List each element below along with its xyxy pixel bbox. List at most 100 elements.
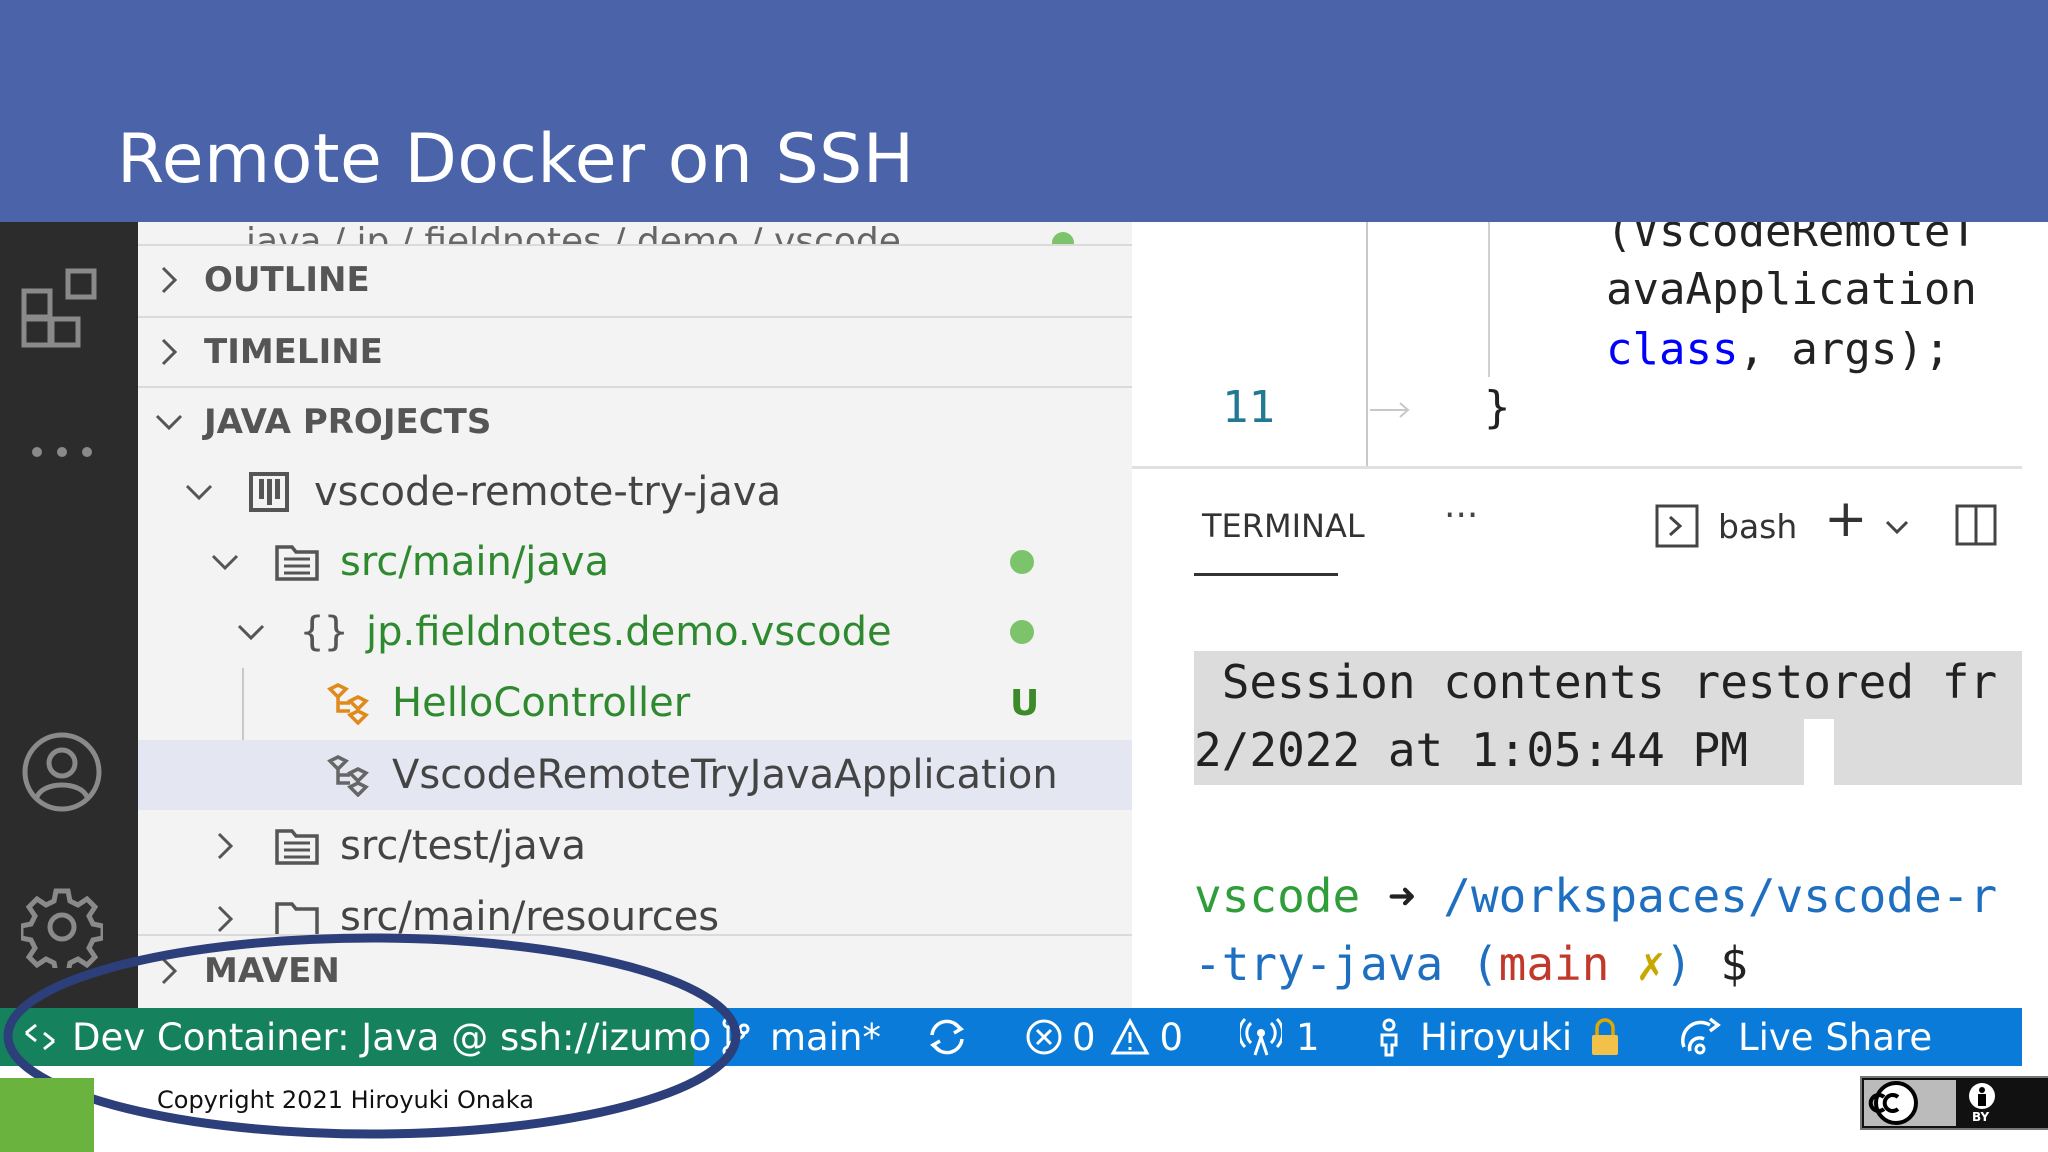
ports-status-item[interactable]: 1	[1240, 1008, 1320, 1066]
explorer-sidebar: java / jp / fieldnotes / demo / vscode O…	[138, 222, 1132, 1008]
section-label-java-projects: JAVA PROJECTS	[204, 402, 492, 442]
session-banner-line2-bg	[1834, 719, 2022, 785]
sync-button[interactable]	[924, 1008, 970, 1066]
package-braces-icon: {}	[300, 609, 349, 655]
branch-label: main*	[770, 1015, 881, 1059]
partial-path: java / jp / fieldnotes / demo / vscode	[246, 222, 901, 244]
project-icon	[249, 472, 289, 512]
application-label: VscodeRemoteTryJavaApplication	[392, 752, 1058, 798]
prompt-line-2: -try-java (main ✗) $	[1194, 937, 1748, 991]
tree-item-src-main-java[interactable]: src/main/java	[138, 528, 1132, 596]
warning-count: 0	[1159, 1015, 1184, 1059]
error-count: 0	[1072, 1015, 1096, 1059]
warning-icon	[1110, 1018, 1150, 1055]
src-main-java-label: src/main/java	[340, 539, 610, 585]
status-dot	[1052, 232, 1074, 244]
account-icon[interactable]	[0, 727, 124, 817]
tree-item-project[interactable]: vscode-remote-try-java	[138, 458, 1132, 526]
more-actions-icon[interactable]: ···	[1444, 495, 1478, 536]
tree-item-package[interactable]: {} jp.fieldnotes.demo.vscode	[138, 598, 1132, 666]
chevron-down-icon	[211, 554, 239, 571]
add-terminal-button[interactable]: +	[1824, 489, 1868, 549]
live-share-icon	[1681, 1017, 1721, 1055]
chevron-down-icon[interactable]	[1884, 519, 1910, 535]
partial-breadcrumb-row: java / jp / fieldnotes / demo / vscode	[138, 222, 1132, 244]
status-dot	[1010, 620, 1034, 644]
slide-title: Remote Docker on SSH	[117, 120, 915, 199]
active-tab-underline	[1194, 573, 1338, 576]
editor-gutter-divider	[1366, 222, 1368, 467]
untracked-badge: U	[1010, 682, 1040, 724]
prompt-line-1: vscode ➜ /workspaces/vscode-r	[1194, 869, 1997, 923]
session-restored-line2: 2/2022 at 1:05:44 PM	[1194, 723, 1776, 777]
user-name: Hiroyuki	[1420, 1015, 1573, 1059]
session-restored-line1: Session contents restored fr	[1194, 655, 1998, 709]
prompt-branch: main	[1498, 937, 1610, 991]
problems-status-item[interactable]: 0 0	[1024, 1008, 1183, 1066]
person-icon	[1380, 1018, 1398, 1057]
chevron-down-icon	[237, 624, 265, 641]
prompt-user: vscode	[1194, 869, 1361, 923]
tab-terminal[interactable]: TERMINAL	[1202, 507, 1365, 545]
project-name: vscode-remote-try-java	[314, 469, 782, 515]
class-icon	[327, 755, 369, 797]
keyword-class: class	[1606, 324, 1739, 375]
lock-icon	[1592, 1018, 1619, 1055]
class-icon	[327, 683, 369, 725]
section-label-timeline: TIMELINE	[204, 332, 383, 372]
tree-item-src-test-java[interactable]: src/test/java	[138, 812, 1132, 880]
src-test-java-label: src/test/java	[340, 823, 586, 869]
chevron-right-icon	[161, 338, 178, 366]
code-editor[interactable]: (VscodeRemoteT avaApplication class, arg…	[1132, 222, 2022, 469]
terminal-shell-icon	[1655, 504, 1699, 548]
code-args: , args);	[1738, 324, 1951, 375]
package-folder-icon	[275, 829, 319, 865]
live-share-label: Live Share	[1738, 1015, 1933, 1059]
hello-controller-label: HelloController	[392, 680, 691, 726]
section-java-projects[interactable]: JAVA PROJECTS	[138, 388, 1132, 456]
shell-name[interactable]: bash	[1718, 507, 1797, 546]
section-timeline[interactable]: TIMELINE	[138, 318, 1132, 386]
broadcast-icon	[1240, 1017, 1282, 1056]
split-terminal-icon[interactable]	[1954, 503, 1998, 547]
prompt-branch-paren: (	[1443, 937, 1499, 991]
prompt-path: /workspaces/vscode-r	[1443, 869, 1998, 923]
terminal-panel: TERMINAL ··· bash + Session contents res…	[1132, 469, 2022, 1008]
ports-count: 1	[1296, 1015, 1320, 1059]
indent-guide	[1488, 222, 1490, 377]
code-line-3: class, args);	[1606, 324, 1950, 375]
prompt-branch-paren: )	[1664, 937, 1693, 991]
chevron-down-icon	[155, 414, 183, 431]
footer-accent-bar	[0, 1078, 94, 1152]
chevron-right-icon	[161, 266, 178, 294]
section-label-outline: OUTLINE	[204, 260, 370, 300]
chevron-right-icon	[217, 832, 234, 860]
copyright-text: Copyright 2021 Hiroyuki Onaka	[157, 1086, 534, 1114]
package-folder-icon	[275, 545, 319, 581]
cc-by-license-badge: BY	[1860, 1076, 2048, 1130]
line-number: 11	[1222, 382, 1275, 433]
more-icon[interactable]	[0, 437, 124, 467]
sync-icon	[929, 1019, 965, 1055]
extensions-icon[interactable]	[0, 264, 124, 354]
creative-commons-icon	[1864, 1080, 1995, 1126]
section-outline[interactable]: OUTLINE	[138, 246, 1132, 314]
code-line-1: (VscodeRemoteT	[1606, 222, 1977, 257]
activity-bar	[0, 222, 138, 1008]
status-dot	[1010, 550, 1034, 574]
account-status-item[interactable]: Hiroyuki	[1376, 1008, 1622, 1066]
live-share-button[interactable]: Live Share	[1680, 1008, 1932, 1066]
prompt-dirty-mark: ✗	[1609, 937, 1665, 991]
tree-item-application[interactable]: VscodeRemoteTryJavaApplication	[138, 740, 1132, 810]
arrow-right-icon	[1370, 402, 1410, 418]
chevron-down-icon	[185, 484, 213, 501]
closing-brace: }	[1484, 382, 1511, 433]
error-icon	[1026, 1019, 1062, 1055]
code-line-2: avaApplication	[1606, 264, 1977, 315]
prompt-path-cont: -try-java	[1194, 937, 1444, 991]
tree-item-hello-controller[interactable]: HelloController U	[138, 668, 1132, 738]
license-by-label: BY	[1972, 1110, 1990, 1124]
prompt-dollar: $	[1692, 937, 1748, 991]
prompt-arrow: ➜	[1360, 869, 1444, 923]
package-label: jp.fieldnotes.demo.vscode	[366, 609, 892, 655]
